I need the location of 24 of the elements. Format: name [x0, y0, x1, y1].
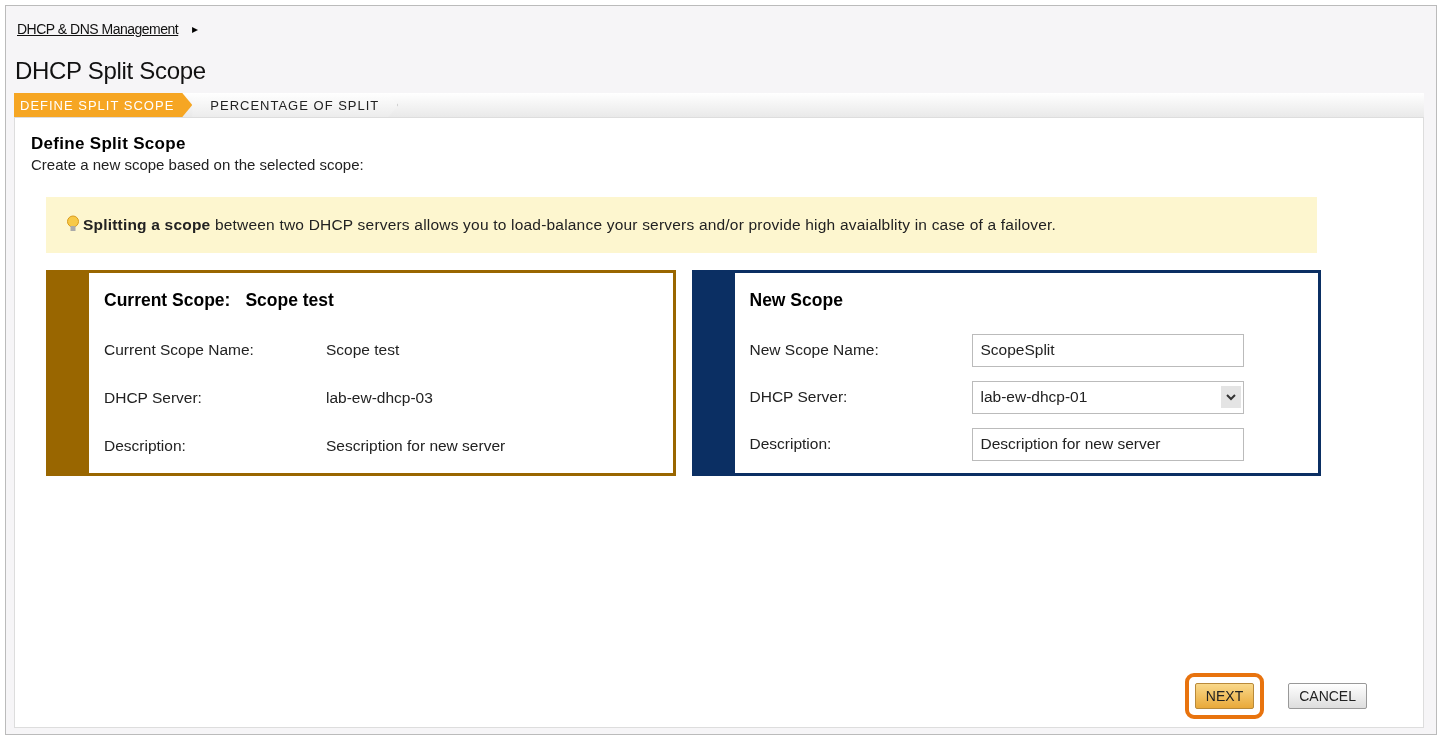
section-subtitle: Create a new scope based on the selected scope:	[31, 156, 365, 173]
input-field[interactable]: Description for new server	[971, 427, 1244, 461]
panel-heading: New Scope	[749, 290, 843, 311]
field-value: lab-ew-dhcp-03	[326, 389, 433, 407]
breadcrumb-arrow: ▸	[192, 22, 199, 36]
input-field[interactable]: ScopeSplit	[971, 333, 1244, 367]
caret-icon	[1220, 386, 1241, 408]
field-label: DHCP Server:	[104, 389, 203, 407]
panel-heading-value: Scope test	[245, 290, 334, 311]
field-value: Scope test	[326, 341, 400, 359]
tip-text: Splitting a scope between two DHCP servers allows you to load-balance your servers and/or provide high avaialblity in case of a failover.	[83, 216, 1057, 234]
field-label: DHCP Server:	[749, 388, 849, 406]
field-label: Description:	[104, 437, 187, 455]
field-label: Description:	[749, 435, 833, 453]
next-button[interactable]: NEXT	[1184, 673, 1265, 719]
panel-heading: Current Scope:	[104, 290, 231, 311]
field-label: Current Scope Name:	[104, 341, 255, 359]
field-label: New Scope Name:	[749, 341, 880, 359]
field-value: Sescription for new server	[326, 437, 506, 455]
select-field[interactable]: lab-ew-dhcp-01	[971, 380, 1244, 414]
cancel-button[interactable]: CANCEL	[1278, 673, 1377, 719]
section-heading: Define Split Scope	[31, 134, 187, 154]
page-title: DHCP Split Scope	[15, 57, 207, 85]
breadcrumb-link[interactable]: DHCP & DNS Management	[17, 21, 179, 37]
